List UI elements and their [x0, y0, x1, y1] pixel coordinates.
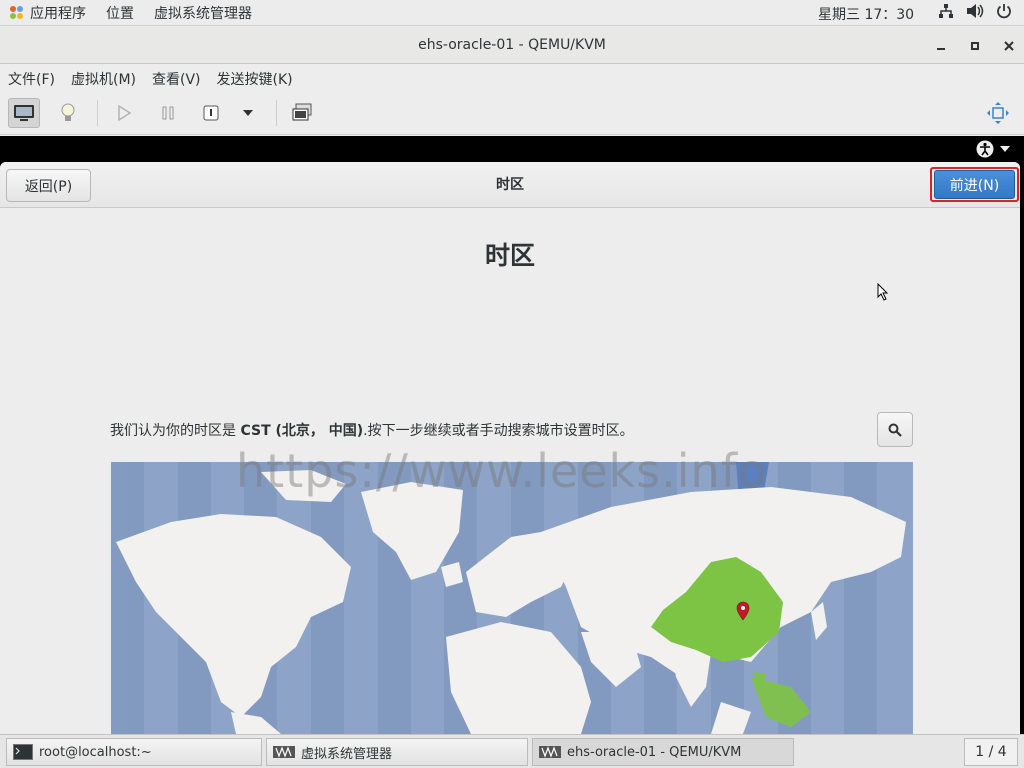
guest-top-bar: [0, 136, 1024, 162]
task-terminal-label: root@localhost:~: [39, 744, 152, 760]
close-button[interactable]: [1002, 39, 1016, 53]
app-menu-label: 虚拟系统管理器: [154, 5, 252, 22]
pause-icon: [162, 106, 174, 120]
timezone-hint: 我们认为你的时区是 CST (北京， 中国).按下一步继续或者手动搜索城市设置时…: [110, 420, 634, 440]
virt-manager-icon: [539, 746, 561, 758]
menu-vm[interactable]: 虚拟机(M): [63, 69, 144, 89]
task-terminal[interactable]: root@localhost:~: [6, 738, 262, 766]
hint-prefix: 我们认为你的时区是: [110, 423, 241, 439]
lightbulb-icon: [61, 103, 75, 121]
close-icon: [1004, 40, 1014, 51]
page-title: 时区: [484, 241, 535, 270]
menubar: 文件(F) 虚拟机(M) 查看(V) 发送按键(K): [0, 65, 1024, 92]
accessibility-icon: [976, 140, 994, 158]
installer-header: 时区 返回(P) 前进(N): [0, 162, 1020, 208]
task-vm-console[interactable]: ehs-oracle-01 - QEMU/KVM: [532, 738, 794, 766]
virt-manager-icon: [273, 746, 295, 758]
system-tray[interactable]: [938, 3, 1012, 19]
task-virt-manager[interactable]: 虚拟系统管理器: [266, 738, 528, 766]
network-icon: [939, 4, 953, 18]
world-map: [111, 462, 906, 734]
monitor-icon: [14, 105, 34, 121]
vm-console[interactable]: 时区 返回(P) 前进(N) 时区 我们认为你的时区是 CST (北京， 中国)…: [0, 136, 1024, 734]
toolbar-separator: [276, 100, 277, 126]
fullscreen-button[interactable]: [982, 98, 1014, 128]
show-details-button[interactable]: [52, 98, 84, 128]
app-menu[interactable]: 虚拟系统管理器: [144, 0, 262, 26]
chevron-down-icon: [1000, 146, 1010, 152]
task-vm-console-label: ehs-oracle-01 - QEMU/KVM: [567, 744, 742, 760]
toolbar-separator: [97, 100, 98, 126]
next-button[interactable]: 前进(N): [934, 170, 1015, 199]
menu-file[interactable]: 文件(F): [0, 69, 63, 89]
timezone-map[interactable]: [111, 462, 913, 734]
fullscreen-icon: [987, 102, 1009, 124]
pause-button[interactable]: [152, 98, 184, 128]
accessibility-menu[interactable]: [976, 140, 1010, 158]
window-title: ehs-oracle-01 - QEMU/KVM: [418, 37, 606, 53]
window-titlebar[interactable]: ehs-oracle-01 - QEMU/KVM: [0, 27, 1024, 64]
show-console-button[interactable]: [8, 98, 40, 128]
taskbar: root@localhost:~ 虚拟系统管理器 ehs-oracle-01 -…: [0, 734, 1024, 768]
volume-icon: [967, 4, 984, 18]
power-icon: [997, 4, 1011, 19]
places-menu-label: 位置: [106, 5, 134, 22]
applications-menu[interactable]: 应用程序: [0, 0, 96, 26]
menu-view[interactable]: 查看(V): [144, 69, 209, 89]
task-virt-manager-label: 虚拟系统管理器: [301, 746, 393, 762]
minimize-icon: [937, 47, 945, 50]
watermark: https://www.leeks.info: [236, 444, 768, 498]
snapshots-icon: [292, 103, 312, 121]
detected-timezone: CST (北京， 中国): [240, 423, 364, 439]
search-icon: [888, 423, 902, 437]
toolbar: [0, 92, 1024, 135]
chevron-down-icon: [243, 110, 253, 116]
shutdown-button[interactable]: [195, 98, 227, 128]
gnome-top-bar: 应用程序 位置 虚拟系统管理器 星期三 17：30: [0, 0, 1024, 26]
maximize-icon: [971, 41, 979, 50]
mouse-cursor-icon: [877, 283, 889, 301]
maximize-button[interactable]: [968, 39, 982, 53]
header-title: 时区: [496, 177, 524, 193]
terminal-icon: [13, 744, 33, 760]
play-icon: [118, 105, 132, 121]
menu-send-key[interactable]: 发送按键(K): [209, 69, 301, 89]
shutdown-icon: [203, 105, 219, 121]
applications-icon: [10, 5, 24, 20]
clock[interactable]: 星期三 17：30: [818, 4, 914, 24]
applications-menu-label: 应用程序: [30, 5, 86, 22]
shutdown-menu-button[interactable]: [232, 98, 264, 128]
snapshots-button[interactable]: [286, 98, 318, 128]
places-menu[interactable]: 位置: [96, 0, 144, 26]
minimize-button[interactable]: [934, 39, 948, 53]
workspace-pager[interactable]: 1 / 4: [964, 738, 1018, 766]
run-button[interactable]: [108, 98, 140, 128]
search-button[interactable]: [877, 412, 913, 447]
back-button[interactable]: 返回(P): [6, 169, 91, 202]
hint-suffix: .按下一步继续或者手动搜索城市设置时区。: [363, 423, 634, 439]
scrollbar[interactable]: [1020, 162, 1024, 734]
